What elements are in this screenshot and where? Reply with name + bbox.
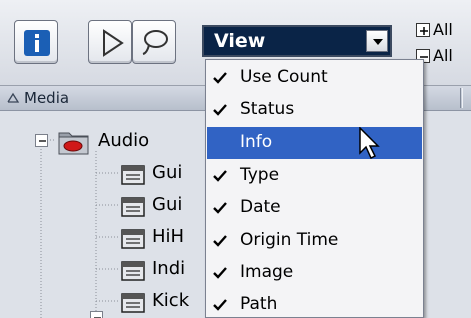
tree-node-file[interactable]: Gui [118,189,208,221]
audio-folder-icon [58,132,89,155]
menu-item-label: Origin Time [240,230,339,250]
play-button[interactable] [88,20,132,64]
checkmark-icon [213,202,227,214]
column-separator [460,88,461,108]
tree-node-label: Audio [98,130,150,151]
menu-item-label: Type [240,165,280,185]
checkmark-icon [213,72,227,84]
tree-node-label: Kick [152,290,190,311]
menu-item-image[interactable]: Image [207,257,422,289]
tree-node-label: Gui [152,194,183,215]
view-select[interactable]: View [202,25,392,57]
checkmark-icon [213,104,227,116]
menu-item-use-count[interactable]: Use Count [207,62,422,94]
audio-file-icon [121,293,145,313]
menu-item-status[interactable]: Status [207,94,422,126]
collapse-all-label: All [433,46,453,65]
audio-file-icon [121,261,145,281]
lasso-button[interactable] [132,20,176,64]
menu-item-label: Path [240,294,278,314]
audio-file-icon [121,197,145,217]
tree-node-audio[interactable]: Audio [56,125,186,157]
menu-item-path[interactable]: Path [207,289,422,318]
info-icon [24,30,50,56]
menu-item-info[interactable]: Info [207,127,422,159]
minus-icon [94,317,101,318]
view-select-value: View [214,30,266,52]
checkmark-icon [213,267,227,279]
menu-item-label: Image [240,262,294,282]
minus-icon [39,140,46,142]
expand-all-label: All [433,20,453,39]
checkmark-icon [213,235,227,247]
tree-node-label: Indi [152,258,186,279]
menu-item-label: Status [240,99,295,119]
chevron-down-icon [373,39,383,45]
folder-expand-toggle[interactable] [90,311,103,318]
mouse-cursor-icon [359,127,380,160]
tree-node-file[interactable]: Indi [118,253,208,285]
tree-node-file[interactable]: Gui [118,157,208,189]
plus-icon [416,23,430,37]
menu-item-label: Info [240,132,273,152]
play-icon [103,29,124,57]
lasso-icon [142,30,168,55]
column-separator-highlight [462,88,463,108]
menu-item-date[interactable]: Date [207,192,422,224]
menu-item-label: Date [240,197,281,217]
menu-item-label: Use Count [240,67,328,87]
audio-collapse-toggle[interactable] [35,134,48,147]
audio-file-icon [121,165,145,185]
menu-item-origin-time[interactable]: Origin Time [207,225,422,257]
tree-node-label: HiH [152,226,185,247]
tree-node-label: Gui [152,162,183,183]
checkmark-icon [213,299,227,311]
media-column-label: Media [24,89,70,107]
tree-node-file[interactable]: Kick [118,285,208,317]
checkmark-icon [213,170,227,182]
view-select-dropdown-button[interactable] [366,30,388,52]
info-button[interactable] [14,20,58,64]
view-dropdown-menu: Use Count Status Info Type Date Origin T… [205,59,424,318]
sort-ascending-icon [7,92,20,103]
audio-file-icon [121,229,145,249]
tree-node-file[interactable]: HiH [118,221,208,253]
menu-item-type[interactable]: Type [207,160,422,192]
